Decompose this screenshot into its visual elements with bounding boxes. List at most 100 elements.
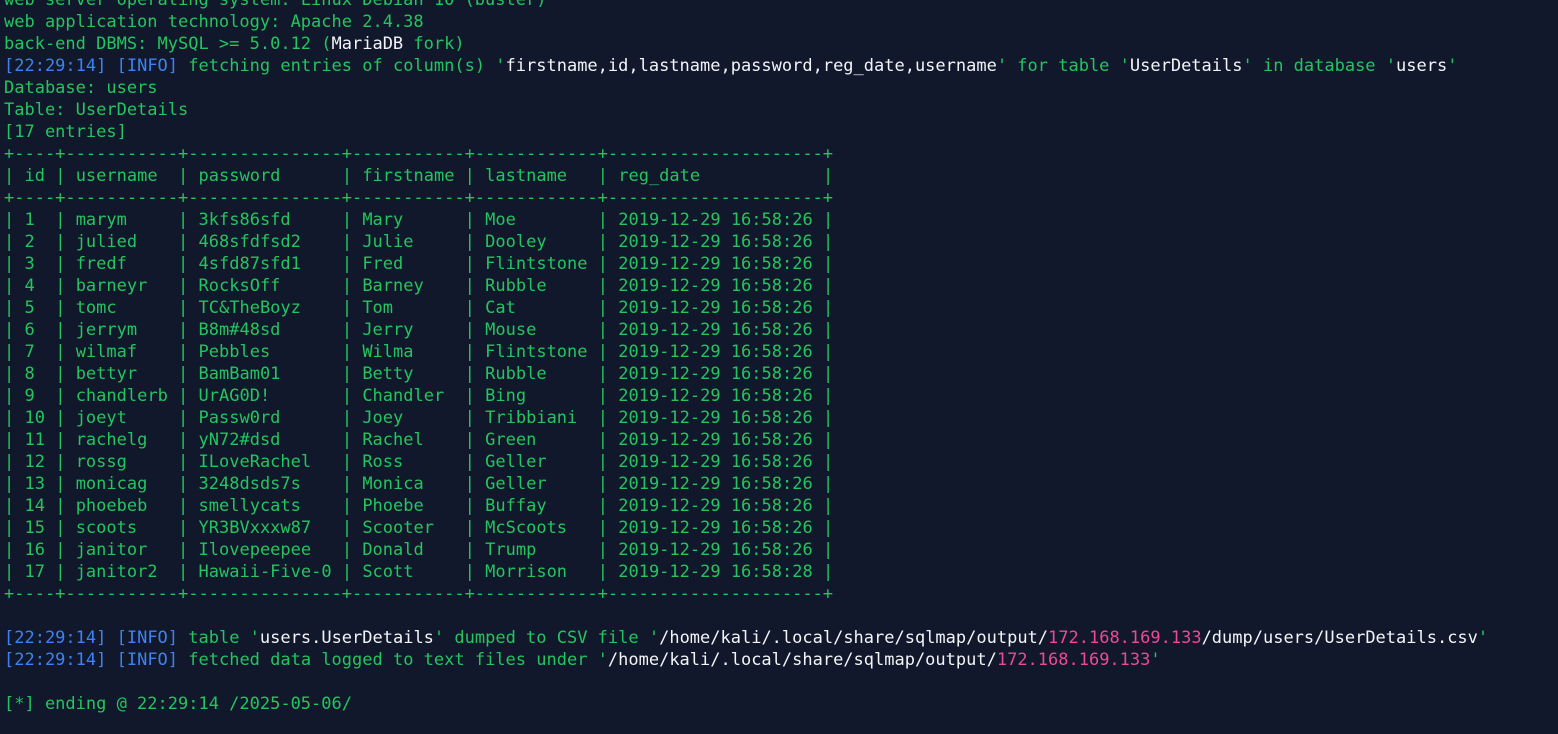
cell-password: B8m#48sd	[198, 320, 332, 340]
cell-password: RocksOff	[198, 276, 332, 296]
cell-username: julied	[75, 232, 168, 252]
cell-password: TC&TheBoyz	[198, 298, 332, 318]
cell-id: 2	[24, 232, 45, 252]
cell-username: monicag	[75, 474, 168, 494]
cell-reg-date: 2019-12-29 16:58:26	[618, 210, 813, 230]
log-timestamp: [22:29:14]	[4, 628, 107, 648]
cell-lastname: Geller	[485, 452, 588, 472]
column-header-username: username	[75, 166, 168, 186]
cell-username: joeyt	[75, 408, 168, 428]
cell-username: janitor2	[75, 562, 168, 582]
cell-lastname: Geller	[485, 474, 588, 494]
cell-lastname: McScoots	[485, 518, 588, 538]
log-text: ' for table '	[996, 56, 1130, 76]
cell-reg-date: 2019-12-29 16:58:26	[618, 430, 813, 450]
cell-firstname: Monica	[362, 474, 455, 494]
cell-password: 4sfd87sfd1	[198, 254, 332, 274]
cell-firstname: Ross	[362, 452, 455, 472]
cell-lastname: Morrison	[485, 562, 588, 582]
log-path: /home/kali/.local/share/sqlmap/output/	[607, 650, 997, 670]
table-row: | 11 | rachelg | yN72#dsd | Rachel | Gre…	[4, 430, 834, 450]
table-row: | 14 | phoebeb | smellycats | Phoebe | B…	[4, 496, 834, 516]
cell-reg-date: 2019-12-29 16:58:28	[618, 562, 813, 582]
cell-reg-date: 2019-12-29 16:58:26	[618, 320, 813, 340]
cell-id: 1	[24, 210, 45, 230]
table-border: +----+-----------+---------------+------…	[4, 144, 834, 164]
dbms-line: back-end DBMS: MySQL >= 5.0.12 (MariaDB …	[4, 33, 1558, 55]
cell-password: Hawaii-Five-0	[198, 562, 332, 582]
os-line: web server operating system: Linux Debia…	[4, 0, 547, 10]
cell-lastname: Flintstone	[485, 254, 588, 274]
cell-firstname: Scooter	[362, 518, 455, 538]
table-row: | 3 | fredf | 4sfd87sfd1 | Fred | Flints…	[4, 254, 834, 274]
cell-password: Passw0rd	[198, 408, 332, 428]
cell-id: 13	[24, 474, 45, 494]
cell-password: 3kfs86sfd	[198, 210, 332, 230]
cell-reg-date: 2019-12-29 16:58:26	[618, 452, 813, 472]
dump-table: +----+-----------+---------------+------…	[4, 143, 1558, 605]
cell-lastname: Rubble	[485, 364, 588, 384]
log-text: '	[1150, 650, 1161, 670]
table-row: | 5 | tomc | TC&TheBoyz | Tom | Cat | 20…	[4, 298, 834, 318]
cell-reg-date: 2019-12-29 16:58:26	[618, 254, 813, 274]
cell-id: 3	[24, 254, 45, 274]
cell-password: BamBam01	[198, 364, 332, 384]
log-table: users.UserDetails	[259, 628, 434, 648]
cell-username: jerrym	[75, 320, 168, 340]
cell-reg-date: 2019-12-29 16:58:26	[618, 386, 813, 406]
cell-lastname: Flintstone	[485, 342, 588, 362]
cell-lastname: Cat	[485, 298, 588, 318]
cell-lastname: Moe	[485, 210, 588, 230]
log-timestamp: [22:29:14]	[4, 56, 107, 76]
cell-reg-date: 2019-12-29 16:58:26	[618, 364, 813, 384]
log-text: ' dumped to CSV file '	[433, 628, 660, 648]
dbms-prefix: back-end DBMS: MySQL >= 5.0.12 (	[4, 34, 332, 54]
log-text: fetched data logged to text files under …	[178, 650, 608, 670]
cell-password: smellycats	[198, 496, 332, 516]
log-table: UserDetails	[1129, 56, 1243, 76]
cell-password: UrAG0D!	[198, 386, 332, 406]
column-header-lastname: lastname	[485, 166, 588, 186]
cell-username: tomc	[75, 298, 168, 318]
cell-password: 3248dsds7s	[198, 474, 332, 494]
tech-line: web application technology: Apache 2.4.3…	[4, 12, 424, 32]
cell-username: chandlerb	[75, 386, 168, 406]
log-columns: firstname,id,lastname,password,reg_date,…	[505, 56, 997, 76]
table-row: | 1 | marym | 3kfs86sfd | Mary | Moe | 2…	[4, 210, 834, 230]
cell-firstname: Jerry	[362, 320, 455, 340]
cell-username: wilmaf	[75, 342, 168, 362]
cell-firstname: Wilma	[362, 342, 455, 362]
cell-reg-date: 2019-12-29 16:58:26	[618, 496, 813, 516]
ending-line: [*] ending @ 22:29:14 /2025-05-06/	[4, 694, 352, 714]
cell-username: rossg	[75, 452, 168, 472]
cell-lastname: Buffay	[485, 496, 588, 516]
terminal-window[interactable]: web server operating system: Linux Debia…	[0, 0, 1558, 734]
table-row: | 15 | scoots | YR3BVxxxw87 | Scooter | …	[4, 518, 834, 538]
cell-username: scoots	[75, 518, 168, 538]
cell-id: 7	[24, 342, 45, 362]
table-border: +----+-----------+---------------+------…	[4, 584, 834, 604]
cell-id: 17	[24, 562, 45, 582]
cell-id: 15	[24, 518, 45, 538]
cell-reg-date: 2019-12-29 16:58:26	[618, 408, 813, 428]
cell-lastname: Dooley	[485, 232, 588, 252]
cell-firstname: Julie	[362, 232, 455, 252]
cell-id: 12	[24, 452, 45, 472]
cell-username: rachelg	[75, 430, 168, 450]
cell-firstname: Tom	[362, 298, 455, 318]
logged-log-line: [22:29:14] [INFO] fetched data logged to…	[4, 649, 1558, 671]
cell-lastname: Trump	[485, 540, 588, 560]
column-header-reg-date: reg_date	[618, 166, 813, 186]
cell-id: 9	[24, 386, 45, 406]
cell-id: 4	[24, 276, 45, 296]
cell-id: 8	[24, 364, 45, 384]
cell-username: janitor	[75, 540, 168, 560]
cell-firstname: Barney	[362, 276, 455, 296]
cell-reg-date: 2019-12-29 16:58:26	[618, 518, 813, 538]
cell-username: phoebeb	[75, 496, 168, 516]
cell-id: 10	[24, 408, 45, 428]
table-row: | 2 | julied | 468sfdfsd2 | Julie | Dool…	[4, 232, 834, 252]
cell-lastname: Mouse	[485, 320, 588, 340]
log-ip: 172.168.169.133	[1048, 628, 1202, 648]
column-header-password: password	[198, 166, 332, 186]
